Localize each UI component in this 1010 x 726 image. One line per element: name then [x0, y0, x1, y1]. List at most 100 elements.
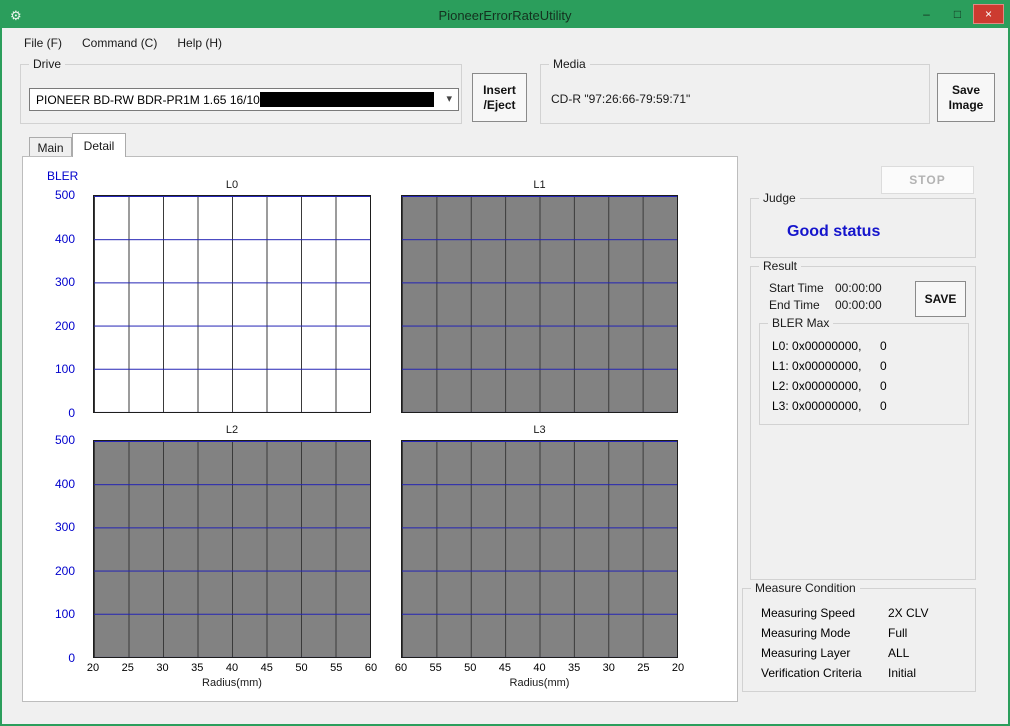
measure-condition-group-label: Measure Condition	[751, 581, 860, 595]
x-tick: 40	[531, 662, 549, 674]
menu-command[interactable]: Command (C)	[72, 32, 167, 54]
bler-max-row-value: 0	[880, 399, 887, 413]
y-tick: 500	[31, 434, 75, 446]
media-value: CD-R "97:26:66-79:59:71"	[551, 92, 690, 106]
chevron-down-icon[interactable]: ▾	[446, 92, 452, 105]
end-time-value: 00:00:00	[835, 298, 882, 312]
drive-select[interactable]: PIONEER BD-RW BDR-PR1M 1.65 16/10/05 ▾	[29, 88, 459, 111]
y-tick: 100	[31, 363, 75, 375]
media-group-label: Media	[549, 57, 590, 71]
chart-l3-title: L3	[401, 424, 678, 436]
redacted-serial	[260, 92, 434, 107]
measure-condition-row-value: 2X CLV	[888, 606, 928, 620]
bler-max-group-label: BLER Max	[768, 316, 833, 330]
y-tick: 200	[31, 320, 75, 332]
chart-l2-x-ticks: 20 25 30 35 40 45 50 55 60	[84, 662, 380, 674]
insert-eject-button[interactable]: Insert /Eject	[472, 73, 527, 122]
tab-main[interactable]: Main	[29, 137, 72, 157]
start-time-label: Start Time	[769, 281, 824, 295]
bler-max-row: L2: 0x00000000, 0	[760, 376, 968, 396]
x-tick: 55	[427, 662, 445, 674]
close-button[interactable]: ×	[973, 4, 1004, 24]
chart-l3-x-ticks: 60 55 50 45 40 35 30 25 20	[392, 662, 687, 674]
start-time-value: 00:00:00	[835, 281, 882, 295]
tab-detail[interactable]: Detail	[72, 133, 126, 157]
measure-condition-row-value: Full	[888, 626, 907, 640]
y-tick: 300	[31, 276, 75, 288]
bler-max-groupbox: BLER Max L0: 0x00000000, 0 L1: 0x0000000…	[759, 323, 969, 425]
result-group-label: Result	[759, 259, 801, 273]
y-tick: 0	[31, 407, 75, 419]
menu-file[interactable]: File (F)	[14, 32, 72, 54]
measure-condition-rows: Measuring Speed 2X CLV Measuring Mode Fu…	[743, 603, 975, 683]
bler-max-rows: L0: 0x00000000, 0 L1: 0x00000000, 0 L2: …	[760, 336, 968, 416]
y-axis-ticks-top: 5004003002001000	[31, 189, 75, 419]
x-tick: 35	[188, 662, 206, 674]
measure-condition-row: Measuring Speed 2X CLV	[743, 603, 975, 623]
window-title: PioneerErrorRateUtility	[2, 8, 1008, 23]
menu-help[interactable]: Help (H)	[167, 32, 232, 54]
measure-condition-row: Measuring Layer ALL	[743, 643, 975, 663]
measure-condition-row: Measuring Mode Full	[743, 623, 975, 643]
bler-max-row-value: 0	[880, 359, 887, 373]
x-tick: 30	[154, 662, 172, 674]
minimize-button[interactable]: –	[911, 4, 942, 24]
y-axis-ticks-bottom: 500 400 300 200 100 0	[31, 434, 75, 664]
measure-condition-row-label: Measuring Speed	[761, 606, 888, 620]
end-time-label: End Time	[769, 298, 820, 312]
chart-l3-plot	[401, 440, 678, 658]
x-tick: 20	[669, 662, 687, 674]
x-tick: 50	[293, 662, 311, 674]
x-tick: 45	[258, 662, 276, 674]
x-tick: 35	[565, 662, 583, 674]
chart-l3-x-axis-label: Radius(mm)	[401, 677, 678, 689]
x-tick: 55	[327, 662, 345, 674]
result-groupbox: Result Start Time 00:00:00 End Time 00:0…	[750, 266, 976, 580]
chart-l2-title: L2	[93, 424, 371, 436]
bler-max-row-label: L2: 0x00000000,	[772, 379, 870, 393]
save-button[interactable]: SAVE	[915, 281, 966, 317]
x-tick: 25	[119, 662, 137, 674]
bler-max-row-value: 0	[880, 379, 887, 393]
y-tick: 300	[31, 521, 75, 533]
x-tick: 45	[496, 662, 514, 674]
x-tick: 60	[392, 662, 410, 674]
x-tick: 25	[634, 662, 652, 674]
chart-l2-plot	[93, 440, 371, 658]
measure-condition-row-label: Measuring Mode	[761, 626, 888, 640]
bler-max-row: L3: 0x00000000, 0	[760, 396, 968, 416]
bler-max-row: L0: 0x00000000, 0	[760, 336, 968, 356]
drive-groupbox: Drive PIONEER BD-RW BDR-PR1M 1.65 16/10/…	[20, 64, 462, 124]
bler-max-row-label: L3: 0x00000000,	[772, 399, 870, 413]
bler-max-row-label: L1: 0x00000000,	[772, 359, 870, 373]
measure-condition-row: Verification Criteria Initial	[743, 663, 975, 683]
x-tick: 30	[600, 662, 618, 674]
stop-button[interactable]: STOP	[881, 166, 974, 194]
x-tick: 50	[461, 662, 479, 674]
bler-max-row: L1: 0x00000000, 0	[760, 356, 968, 376]
title-bar: ⚙ PioneerErrorRateUtility – □ ×	[2, 2, 1008, 28]
drive-group-label: Drive	[29, 57, 65, 71]
chart-l2-x-axis-label: Radius(mm)	[93, 677, 371, 689]
y-tick: 200	[31, 565, 75, 577]
y-tick: 100	[31, 608, 75, 620]
chart-l0-title: L0	[93, 179, 371, 191]
y-tick: 0	[31, 652, 75, 664]
save-image-button[interactable]: Save Image	[937, 73, 995, 122]
x-tick: 20	[84, 662, 102, 674]
judge-status-text: Good status	[787, 223, 880, 241]
chart-l1-plot	[401, 195, 678, 413]
maximize-button[interactable]: □	[942, 4, 973, 24]
y-tick: 500	[31, 189, 75, 201]
menu-bar: File (F) Command (C) Help (H)	[2, 28, 1008, 58]
x-tick: 40	[223, 662, 241, 674]
measure-condition-groupbox: Measure Condition Measuring Speed 2X CLV…	[742, 588, 976, 692]
y-tick: 400	[31, 478, 75, 490]
bler-max-row-label: L0: 0x00000000,	[772, 339, 870, 353]
judge-group-label: Judge	[759, 191, 800, 205]
x-tick: 60	[362, 662, 380, 674]
chart-l0-plot	[93, 195, 371, 413]
chart-l1-title: L1	[401, 179, 678, 191]
measure-condition-row-label: Verification Criteria	[761, 666, 888, 680]
measure-condition-row-value: Initial	[888, 666, 916, 680]
